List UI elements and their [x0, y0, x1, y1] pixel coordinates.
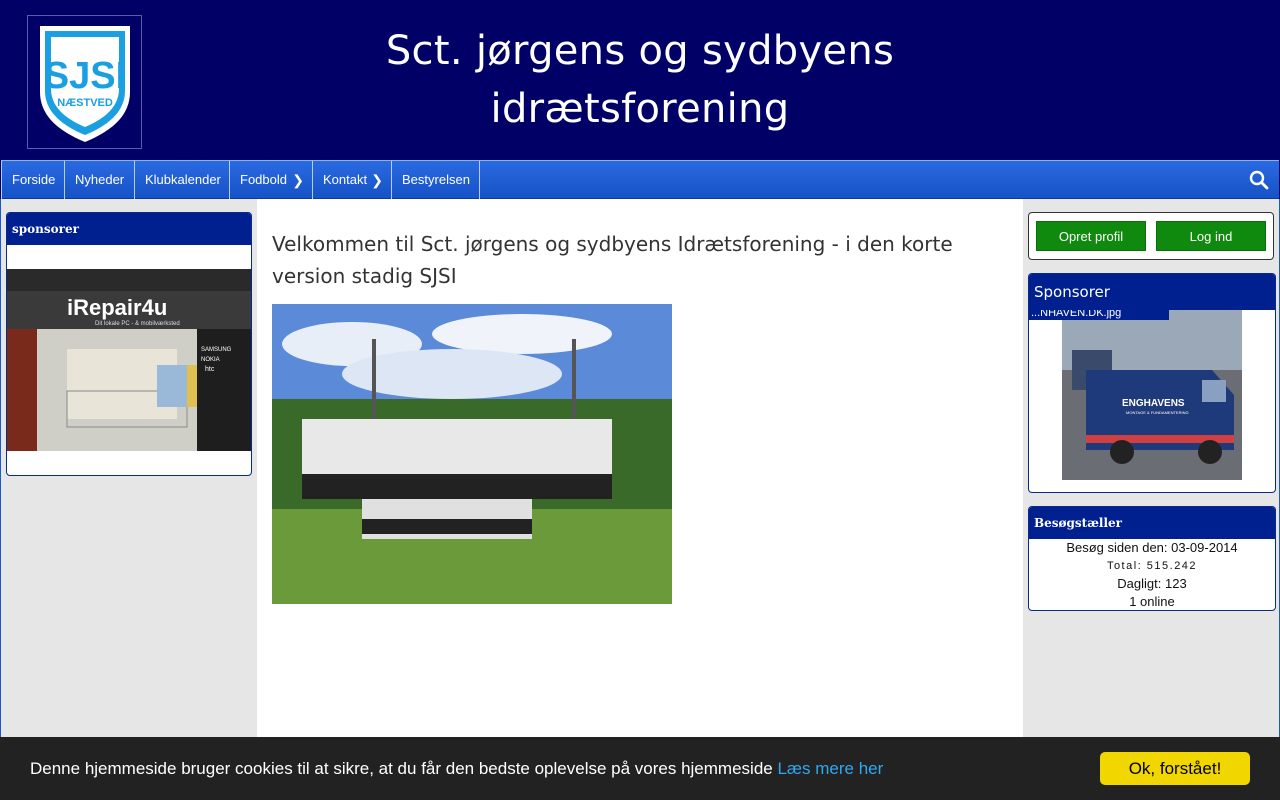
nav-item-nyheder[interactable]: Nyheder	[64, 161, 135, 199]
left-sponsor-box: sponsorer iRepair4u Dit lokale PC - & mo…	[6, 212, 252, 476]
nav-item-label: Klubkalender	[145, 172, 221, 187]
chevron-right-icon: ❯	[371, 172, 383, 188]
visitor-online: 1 online	[1129, 594, 1175, 609]
nav-item-fodbold[interactable]: Fodbold ❯	[229, 161, 313, 199]
main-nav: Forside Nyheder Klubkalender Fodbold ❯ K…	[1, 160, 1279, 199]
team-photo-image[interactable]	[272, 304, 672, 604]
login-panel: Opret profil Log ind	[1028, 212, 1274, 260]
visitor-daily: Dagligt: 123	[1117, 576, 1187, 591]
nav-item-label: Nyheder	[75, 172, 125, 187]
nav-item-label: Bestyrelsen	[402, 172, 470, 187]
logo-letters: SJSI	[44, 55, 126, 97]
create-profile-button[interactable]: Opret profil	[1036, 221, 1146, 251]
cookie-banner: Denne hjemmeside bruger cookies til at s…	[0, 737, 1280, 800]
sponsor-brand: NOKIA	[201, 357, 220, 363]
visitor-counter-box: Besøgstæller Besøg siden den: 03-09-2014…	[1028, 506, 1276, 611]
shield-logo-icon: SJSI NÆSTVED	[40, 26, 130, 142]
chevron-right-icon: ❯	[292, 172, 304, 188]
sponsor-image-caption: ...NHAVEN.DK.jpg	[1029, 310, 1169, 320]
nav-item-kontakt[interactable]: Kontakt ❯	[312, 161, 392, 199]
search-icon[interactable]	[1249, 170, 1269, 190]
sponsor-brand: SAMSUNG	[201, 347, 232, 353]
cookie-accept-button[interactable]: Ok, forstået!	[1100, 752, 1250, 785]
cookie-read-more-link[interactable]: Læs mere her	[777, 759, 883, 778]
sponsor-tagline: Dit lokale PC - & mobilværksted	[95, 321, 180, 327]
left-sponsor-title: sponsorer	[7, 213, 251, 245]
page-title: Velkommen til Sct. jørgens og sydbyens I…	[272, 232, 953, 288]
site-title-line1: Sct. jørgens og sydbyens	[385, 28, 895, 74]
nav-item-label: Forside	[12, 172, 56, 187]
visitor-total: Total: 515.242	[1106, 560, 1198, 572]
cookie-text: Denne hjemmeside bruger cookies til at s…	[30, 759, 773, 778]
nav-item-forside[interactable]: Forside	[1, 161, 65, 199]
nav-item-label: Fodbold	[240, 172, 287, 187]
nav-item-klubkalender[interactable]: Klubkalender	[134, 161, 230, 199]
nav-item-label: Kontakt	[323, 172, 368, 187]
nav-item-bestyrelsen[interactable]: Bestyrelsen	[391, 161, 480, 199]
site-title: Sct. jørgens og sydbyens idrætsforening	[360, 22, 920, 138]
login-button[interactable]: Log ind	[1156, 221, 1266, 251]
visitor-counter-title: Besøgstæller	[1029, 507, 1275, 539]
sponsor-sign-text: iRepair4u	[67, 295, 167, 320]
sponsor-image-van[interactable]: ENGHAVENS MONTAGE & FUNDAMENTERING	[1062, 310, 1242, 480]
logo-city: NÆSTVED	[57, 97, 113, 109]
sponsor-brand: htc	[205, 366, 215, 373]
van-brand-text: ENGHAVENS	[1122, 398, 1185, 409]
site-header: SJSI NÆSTVED Sct. jørgens og sydbyens id…	[0, 0, 1280, 160]
site-title-line2: idrætsforening	[490, 86, 790, 132]
van-subtitle-text: MONTAGE & FUNDAMENTERING	[1126, 410, 1189, 415]
cookie-message: Denne hjemmeside bruger cookies til at s…	[30, 759, 883, 779]
right-sponsor-title: Sponsorer	[1029, 274, 1275, 310]
right-sponsor-box: Sponsorer ENGHAVENS MONTAGE & FUNDAMENTE…	[1028, 273, 1276, 493]
sponsor-image-irepair[interactable]: iRepair4u Dit lokale PC - & mobilværkste…	[7, 269, 251, 451]
club-logo[interactable]: SJSI NÆSTVED	[27, 15, 142, 149]
visitor-since: Besøg siden den: 03-09-2014	[1066, 540, 1238, 555]
